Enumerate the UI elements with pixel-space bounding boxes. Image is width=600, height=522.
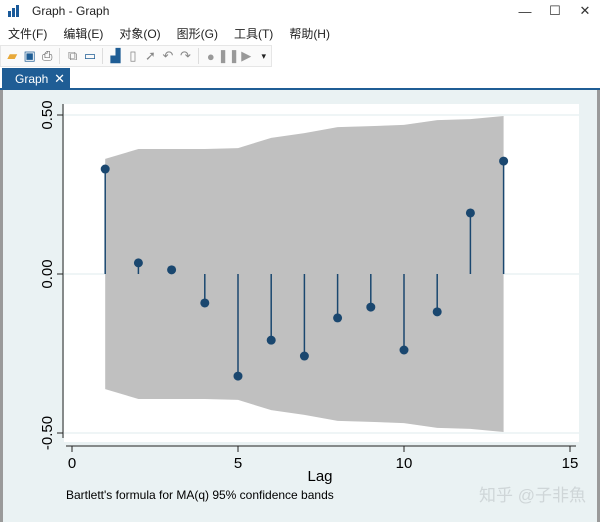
x-tick-label: 15 — [562, 455, 579, 472]
close-button[interactable]: ✕ — [570, 0, 600, 22]
y-axis-title: Autocorrelations of e1 — [3, 90, 76, 94]
tab-close-icon[interactable]: ✕ — [54, 71, 65, 87]
point-lag-1 — [100, 164, 110, 174]
rename-icon[interactable]: ▭ — [83, 48, 97, 64]
menu-graph[interactable]: 图形(G) — [169, 25, 226, 42]
copy-icon[interactable]: ⧉ — [65, 48, 79, 64]
play-icon[interactable]: ▶ — [239, 48, 253, 64]
point-lag-7 — [299, 351, 309, 361]
chart-note: Bartlett's formula for MA(q) 95% confide… — [66, 488, 334, 502]
graph-editor-icon[interactable]: ▟ — [108, 48, 122, 64]
point-lag-12 — [465, 208, 475, 218]
acf-chart: -0.50 0.00 0.50 0 5 10 15 Lag Autocorrelations o… — [3, 90, 586, 505]
undo-icon[interactable]: ↶ — [161, 48, 175, 64]
point-lag-5 — [233, 371, 243, 381]
toolbar: ▰ ▣ ⎙ ⧉ ▭ ▟ ▯ ➚ ↶ ↷ ● ❚❚ ▶ ▾ — [0, 45, 272, 67]
menu-edit[interactable]: 编辑(E) — [55, 25, 111, 42]
x-tick-label: 5 — [234, 455, 242, 472]
tab-bar: Graph ✕ — [0, 68, 600, 90]
record-icon[interactable]: ● — [204, 49, 218, 64]
point-lag-6 — [266, 335, 276, 345]
pointer-icon[interactable]: ➚ — [143, 48, 157, 64]
point-lag-4 — [200, 298, 210, 308]
tab-graph[interactable]: Graph ✕ — [2, 68, 70, 90]
redo-icon[interactable]: ↷ — [178, 48, 192, 64]
menu-file[interactable]: 文件(F) — [0, 25, 55, 42]
x-tick-label: 10 — [396, 455, 413, 472]
point-lag-2 — [133, 258, 143, 268]
point-lag-3 — [167, 265, 177, 275]
point-lag-8 — [333, 313, 343, 323]
point-lag-10 — [399, 345, 409, 355]
point-lag-11 — [432, 307, 442, 317]
toolbar-divider — [102, 48, 104, 64]
point-lag-13 — [499, 156, 509, 166]
menu-tools[interactable]: 工具(T) — [226, 25, 281, 42]
dropdown-icon[interactable]: ▾ — [257, 49, 271, 64]
title-bar: Graph - Graph — ☐ ✕ — [0, 0, 600, 22]
menu-help[interactable]: 帮助(H) — [281, 25, 338, 42]
point-lag-9 — [366, 302, 376, 312]
print-icon[interactable]: ⎙ — [40, 48, 54, 64]
document-icon[interactable]: ▯ — [126, 48, 140, 64]
watermark: 知乎 @子非魚 — [479, 486, 586, 505]
x-tick-label: 0 — [68, 455, 76, 472]
menu-object[interactable]: 对象(O) — [111, 25, 168, 42]
x-axis-title: Lag — [307, 468, 332, 485]
graph-area: -0.50 0.00 0.50 0 5 10 15 Lag Autocorrelations o… — [0, 90, 600, 522]
y-tick-label: -0.50 — [39, 416, 56, 450]
menu-bar: 文件(F) 编辑(E) 对象(O) 图形(G) 工具(T) 帮助(H) — [0, 22, 338, 44]
minimize-button[interactable]: — — [510, 0, 540, 22]
window-title: Graph - Graph — [32, 4, 110, 18]
stata-graph-icon — [8, 5, 22, 17]
tab-label: Graph — [15, 72, 49, 86]
maximize-button[interactable]: ☐ — [540, 0, 570, 22]
pause-icon[interactable]: ❚❚ — [218, 48, 240, 64]
y-tick-label: 0.50 — [39, 100, 56, 129]
y-tick-label: 0.00 — [39, 259, 56, 288]
save-icon[interactable]: ▣ — [22, 48, 36, 64]
open-icon[interactable]: ▰ — [5, 48, 19, 64]
toolbar-divider — [59, 48, 61, 64]
toolbar-divider — [197, 48, 199, 64]
